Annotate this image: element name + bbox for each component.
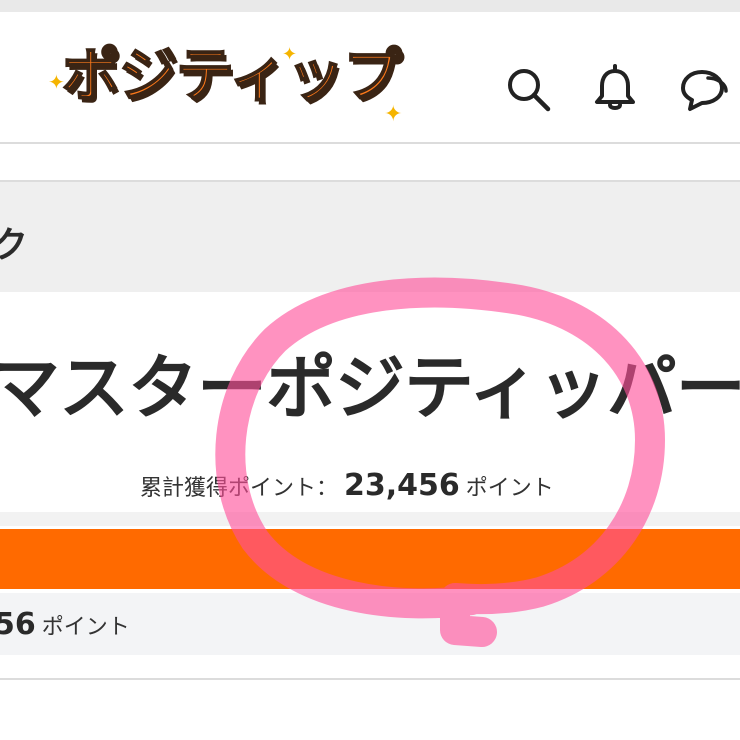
progress-points-unit: ポイント: [41, 615, 130, 640]
progress-points-row: 56 ポイント: [0, 607, 130, 642]
progress-points: 56 ポイント: [0, 593, 740, 655]
progress-track: [0, 512, 740, 526]
divider: [0, 678, 740, 680]
rank-title: マスターポジティッパー: [0, 347, 740, 429]
progress-points-value: 56: [0, 607, 36, 642]
total-points-unit: ポイント: [465, 476, 554, 501]
screen: ✦ ✦ ✦ ポジティップ ク マスターポジティッパー 累計獲得ポイント： 23,4…: [0, 0, 740, 740]
section-label: ク: [0, 225, 29, 266]
total-points-label: 累計獲得ポイント：: [140, 476, 339, 501]
progress-bar: [0, 529, 740, 589]
status-bezel: [0, 0, 740, 12]
app-header: ✦ ✦ ✦ ポジティップ: [0, 12, 740, 144]
search-icon[interactable]: [503, 64, 553, 114]
chat-icon[interactable]: [680, 64, 730, 114]
bell-icon[interactable]: [590, 64, 640, 114]
total-points: 累計獲得ポイント： 23,456 ポイント: [140, 468, 554, 503]
section-header: ク: [0, 180, 740, 292]
total-points-value: 23,456: [344, 468, 460, 503]
app-logo[interactable]: ポジティップ: [61, 45, 403, 105]
